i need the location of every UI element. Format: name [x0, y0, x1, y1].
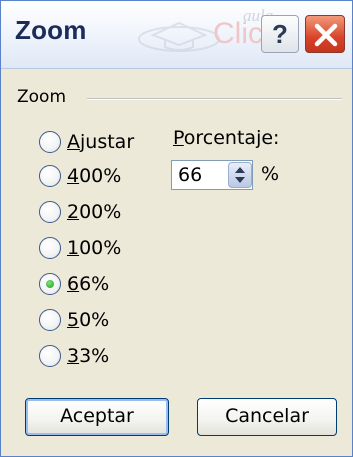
percent-unit: %	[261, 163, 280, 185]
group-label: Zoom	[17, 87, 73, 107]
radio-66[interactable]: 66%	[39, 268, 109, 300]
percentage-spinbox	[171, 160, 253, 190]
question-icon: ?	[272, 19, 288, 49]
arrow-up-icon	[235, 167, 245, 173]
radio-button[interactable]	[39, 131, 61, 153]
close-x-icon	[314, 23, 338, 47]
help-button[interactable]: ?	[261, 15, 299, 53]
radio-button-selected[interactable]	[39, 273, 61, 295]
percentage-label: Porcentaje:	[173, 127, 280, 149]
group-divider	[87, 98, 342, 100]
accept-button[interactable]: Aceptar	[25, 398, 169, 436]
title-bar: Zoom aula Clic ?	[1, 1, 352, 69]
radio-button[interactable]	[39, 345, 61, 367]
radio-50[interactable]: 50%	[39, 304, 109, 336]
zoom-dialog: Zoom aula Clic ? Zoom Ajustar 400% 200% …	[0, 0, 353, 457]
radio-button[interactable]	[39, 237, 61, 259]
graduation-cap-icon	[138, 21, 220, 52]
window-title: Zoom	[15, 15, 87, 45]
watermark-clic: Clic	[213, 17, 263, 50]
radio-selected-dot	[46, 280, 54, 288]
spinner-up-button[interactable]	[229, 163, 251, 175]
radio-button[interactable]	[39, 201, 61, 223]
spinner-down-button[interactable]	[229, 175, 251, 187]
percentage-input[interactable]	[172, 161, 226, 189]
radio-ajustar[interactable]: Ajustar	[39, 126, 134, 158]
radio-400[interactable]: 400%	[39, 160, 121, 192]
radio-200[interactable]: 200%	[39, 196, 121, 228]
radio-button[interactable]	[39, 165, 61, 187]
close-button[interactable]	[305, 15, 345, 53]
cancel-button[interactable]: Cancelar	[197, 398, 337, 436]
radio-button[interactable]	[39, 309, 61, 331]
radio-33[interactable]: 33%	[39, 340, 109, 372]
radio-100[interactable]: 100%	[39, 232, 121, 264]
spinner-control	[228, 162, 252, 188]
arrow-down-icon	[235, 177, 245, 183]
